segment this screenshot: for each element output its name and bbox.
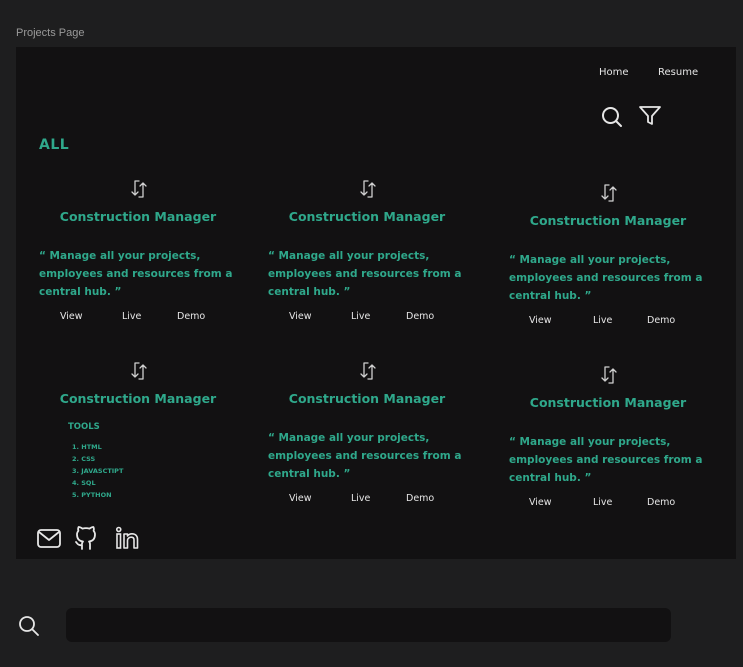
project-card-tools: Construction Manager TOOLS 1. HTML 2. CS… [39, 361, 259, 521]
project-card: Construction Manager “ Manage all your p… [39, 179, 259, 339]
card-title: Construction Manager [529, 395, 687, 410]
card-description: “ Manage all your projects, employees an… [268, 432, 462, 480]
refresh-arrows-icon[interactable] [358, 361, 378, 381]
projects-page-frame: Home Resume ALL Construction Manager “ M… [16, 47, 736, 559]
view-button[interactable]: View [289, 311, 312, 322]
project-card: Construction Manager “ Manage all your p… [268, 361, 488, 521]
search-icon[interactable] [17, 614, 41, 638]
linkedin-icon[interactable] [115, 526, 141, 550]
refresh-arrows-icon[interactable] [129, 179, 149, 199]
card-title: Construction Manager [59, 391, 217, 406]
github-icon[interactable] [74, 525, 98, 551]
tool-item: 3. JAVASCTIPT [72, 467, 124, 475]
view-button[interactable]: View [529, 497, 552, 508]
search-icon[interactable] [600, 105, 624, 129]
card-description: “ Manage all your projects, employees an… [509, 436, 703, 484]
mail-icon[interactable] [36, 528, 62, 550]
project-card: Construction Manager “ Manage all your p… [268, 179, 488, 339]
view-button[interactable]: View [529, 315, 552, 326]
live-button[interactable]: Live [351, 493, 370, 504]
card-title: Construction Manager [288, 391, 446, 406]
live-button[interactable]: Live [593, 497, 612, 508]
refresh-arrows-icon[interactable] [129, 361, 149, 381]
tool-item: 2. CSS [72, 455, 96, 463]
nav-home-link[interactable]: Home [599, 67, 629, 78]
card-description: “ Manage all your projects, employees an… [509, 254, 703, 302]
card-title: Construction Manager [288, 209, 446, 224]
demo-button[interactable]: Demo [177, 311, 205, 322]
live-button[interactable]: Live [122, 311, 141, 322]
tool-item: 5. PYTHON [72, 491, 112, 499]
refresh-arrows-icon[interactable] [358, 179, 378, 199]
search-input[interactable] [66, 608, 671, 642]
refresh-arrows-icon[interactable] [599, 365, 619, 385]
tools-heading: TOOLS [68, 422, 100, 432]
card-title: Construction Manager [529, 213, 687, 228]
view-button[interactable]: View [289, 493, 312, 504]
tools-list: 1. HTML 2. CSS 3. JAVASCTIPT 4. SQL 5. P… [72, 441, 123, 501]
live-button[interactable]: Live [351, 311, 370, 322]
nav-resume-link[interactable]: Resume [658, 67, 698, 78]
live-button[interactable]: Live [593, 315, 612, 326]
refresh-arrows-icon[interactable] [599, 183, 619, 203]
tool-item: 4. SQL [72, 479, 96, 487]
project-card: Construction Manager “ Manage all your p… [509, 183, 729, 343]
card-title: Construction Manager [59, 209, 217, 224]
tool-item: 1. HTML [72, 443, 102, 451]
view-button[interactable]: View [60, 311, 83, 322]
filter-all-tab[interactable]: ALL [39, 137, 69, 153]
demo-button[interactable]: Demo [406, 493, 434, 504]
card-description: “ Manage all your projects, employees an… [39, 250, 233, 298]
card-description: “ Manage all your projects, employees an… [268, 250, 462, 298]
demo-button[interactable]: Demo [647, 315, 675, 326]
frame-label: Projects Page [16, 27, 85, 39]
demo-button[interactable]: Demo [406, 311, 434, 322]
filter-icon[interactable] [638, 105, 662, 127]
demo-button[interactable]: Demo [647, 497, 675, 508]
project-card: Construction Manager “ Manage all your p… [509, 365, 729, 525]
